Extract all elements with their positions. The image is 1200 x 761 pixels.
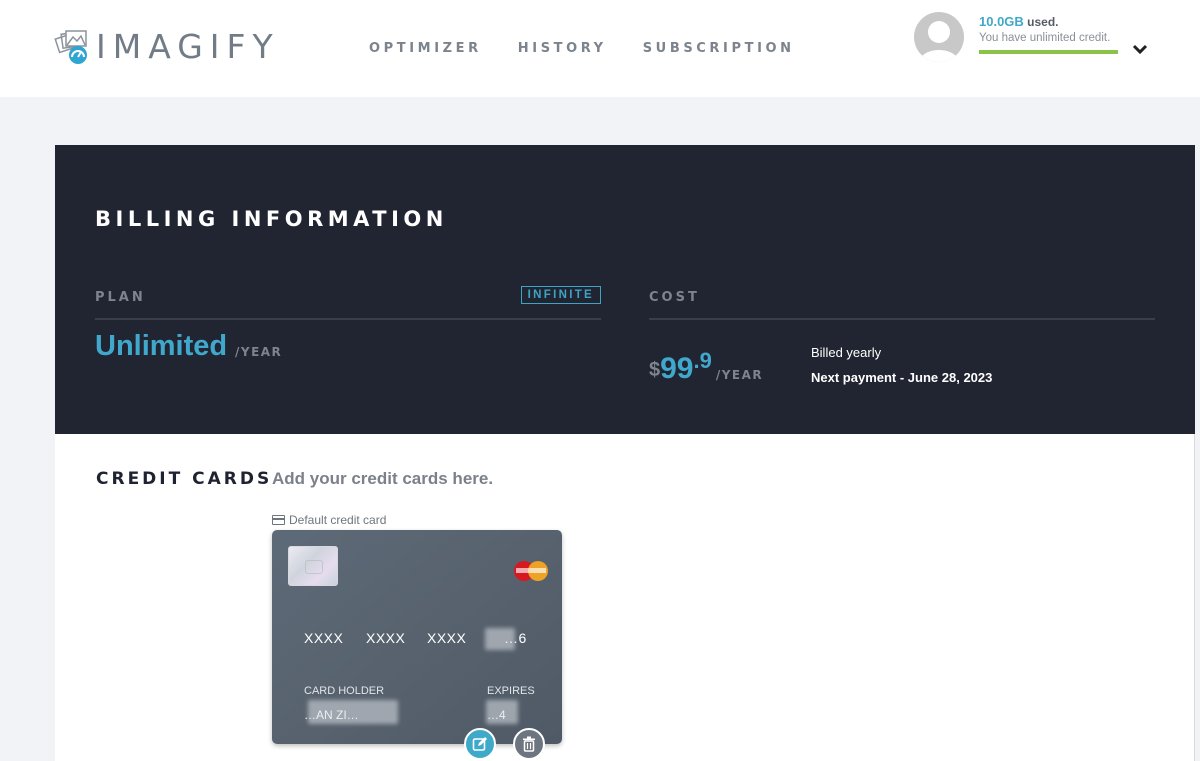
usage-progress-fill <box>979 50 1118 54</box>
price: $ 99 .9 /YEAR <box>649 348 764 385</box>
plan-column: PLAN INFINITE Unlimited /YEAR <box>95 286 601 362</box>
edit-card-button[interactable] <box>464 728 496 760</box>
logo-text: IMAGIFY <box>96 26 280 66</box>
cost-period: /YEAR <box>715 368 764 382</box>
credit-card-icon <box>272 515 285 525</box>
card-holder-label: CARD HOLDER <box>304 685 385 697</box>
account-summary: 10.0GB used. You have unlimited credit. <box>914 12 1194 72</box>
price-currency: $ <box>649 359 661 381</box>
nav-history[interactable]: HISTORY <box>518 41 607 56</box>
credit-cards-title: CREDIT CARDS <box>96 469 273 489</box>
avatar[interactable] <box>914 12 964 62</box>
redacted-card-number <box>485 628 515 650</box>
usage-info: 10.0GB used. You have unlimited credit. <box>979 14 1119 54</box>
edit-icon <box>472 737 487 751</box>
cost-column: COST $ 99 .9 /YEAR Billed yearly Next pa… <box>649 290 1155 385</box>
plan-badge: INFINITE <box>520 286 601 304</box>
logo-images-gauge-icon <box>54 28 92 64</box>
nav-optimizer[interactable]: OPTIMIZER <box>369 41 482 56</box>
credit-card: XXXX XXXX XXXX …6 CARD HOLDER …AN ZI… EX… <box>272 530 562 744</box>
top-header: IMAGIFY OPTIMIZER HISTORY SUBSCRIPTION 1… <box>0 0 1200 97</box>
redacted-card-holder <box>308 700 398 724</box>
price-decimal: .9 <box>693 348 712 373</box>
nav-subscription[interactable]: SUBSCRIPTION <box>643 41 795 56</box>
card-number-group-1: XXXX <box>304 630 344 646</box>
card-number-group-2: XXXX <box>366 630 406 646</box>
trash-icon <box>523 736 535 752</box>
mastercard-logo-icon <box>514 561 548 581</box>
billing-title: BILLING INFORMATION <box>95 207 448 231</box>
default-card-label: Default credit card <box>272 513 386 527</box>
user-silhouette-icon <box>919 21 959 62</box>
credit-cards-section: CREDIT CARDS Add your credit cards here.… <box>55 434 1195 761</box>
billing-frequency: Billed yearly <box>811 345 882 360</box>
credit-status: You have unlimited credit. <box>979 32 1111 44</box>
usage-suffix: used. <box>1027 15 1059 29</box>
default-card-text: Default credit card <box>289 513 387 527</box>
plan-divider <box>95 318 601 320</box>
next-payment: Next payment - June 28, 2023 <box>811 370 993 385</box>
cost-label: COST <box>649 290 700 305</box>
delete-card-button[interactable] <box>513 728 545 760</box>
plan-name: Unlimited <box>95 330 228 362</box>
usage-progress-bar <box>979 50 1118 54</box>
imagify-logo[interactable]: IMAGIFY <box>54 26 280 66</box>
price-integer: 99 <box>660 352 694 385</box>
usage-amount: 10.0GB <box>979 14 1024 29</box>
card-number-group-3: XXXX <box>427 630 467 646</box>
redacted-expiry <box>486 700 518 724</box>
chevron-down-icon[interactable] <box>1132 42 1148 55</box>
card-chip-icon <box>288 546 338 586</box>
main-nav: OPTIMIZER HISTORY SUBSCRIPTION <box>369 41 831 56</box>
billing-information-panel: BILLING INFORMATION PLAN INFINITE Unlimi… <box>55 145 1195 434</box>
expires-label: EXPIRES <box>487 685 535 697</box>
credit-cards-subtitle: Add your credit cards here. <box>272 469 494 488</box>
cost-divider <box>649 318 1155 320</box>
plan-period: /YEAR <box>235 345 283 359</box>
